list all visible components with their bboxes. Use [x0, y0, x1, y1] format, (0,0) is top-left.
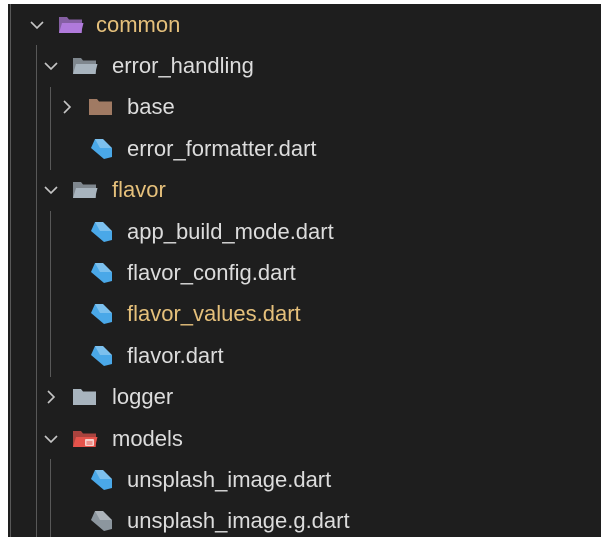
indent-guide	[36, 500, 37, 537]
tree-item-label: app_build_mode.dart	[127, 218, 334, 244]
file-tree: common error_handlingbase error_formatter.…	[8, 4, 601, 537]
indent-guide	[36, 335, 37, 377]
tree-item-label: base	[127, 94, 175, 120]
indent-guide	[36, 417, 37, 460]
tree-item-label: error_handling	[112, 53, 254, 79]
indent-guide	[36, 128, 37, 170]
dart-file-icon	[88, 468, 114, 492]
chevron-down-icon[interactable]	[42, 57, 60, 75]
tree-item-label: flavor.dart	[127, 342, 224, 368]
dart-file-icon	[88, 302, 114, 326]
tree-item[interactable]: unsplash_image.g.dart	[8, 500, 601, 537]
indent-guide	[36, 376, 37, 418]
file-explorer-panel: common error_handlingbase error_formatter.…	[8, 4, 601, 537]
tree-item-label: logger	[112, 384, 174, 410]
indent-guide	[50, 210, 51, 253]
chevron-right-icon[interactable]	[42, 388, 60, 406]
folder-open-icon	[72, 427, 98, 451]
tree-item-label: unsplash_image.g.dart	[127, 508, 350, 534]
indent-guide	[50, 459, 51, 501]
tree-item[interactable]: common	[8, 4, 601, 45]
tree-item[interactable]: flavor_values.dart	[8, 293, 601, 336]
indent-guide	[50, 293, 51, 336]
tree-item[interactable]: flavor_config.dart	[8, 252, 601, 294]
indent-guide	[36, 293, 37, 336]
indent-guide	[36, 86, 37, 129]
folder-open-icon	[72, 178, 98, 202]
tree-item-label: flavor_config.dart	[127, 260, 296, 286]
indent-guide	[36, 169, 37, 211]
tree-item-label: flavor_values.dart	[127, 301, 301, 327]
dart-file-icon	[88, 137, 114, 161]
tree-item[interactable]: flavor	[8, 169, 601, 211]
tree-item[interactable]: logger	[8, 376, 601, 418]
chevron-down-icon[interactable]	[28, 16, 46, 34]
tree-item[interactable]: error_formatter.dart	[8, 128, 601, 170]
indent-guide	[50, 86, 51, 129]
chevron-right-icon[interactable]	[58, 98, 76, 116]
tree-item[interactable]: error_handling	[8, 45, 601, 87]
tree-item-label: unsplash_image.dart	[127, 466, 332, 492]
tree-item-label: error_formatter.dart	[127, 135, 317, 161]
dart-file-icon	[88, 344, 114, 368]
indent-guide	[50, 128, 51, 170]
tree-item-label: common	[96, 11, 181, 37]
indent-guide	[50, 252, 51, 294]
tree-item[interactable]: base	[8, 86, 601, 129]
dart-file-icon	[88, 509, 114, 533]
dart-file-icon	[88, 261, 114, 285]
folder-icon	[72, 385, 98, 409]
chevron-down-icon[interactable]	[42, 181, 60, 199]
indent-guide	[50, 500, 51, 537]
indent-guide	[36, 459, 37, 501]
tree-item-label: flavor	[112, 177, 166, 203]
tree-item[interactable]: unsplash_image.dart	[8, 459, 601, 501]
folder-icon	[88, 95, 114, 119]
indent-guide	[50, 335, 51, 377]
folder-open-icon	[72, 54, 98, 78]
tree-item-label: models	[112, 425, 183, 451]
dart-file-icon	[88, 220, 114, 244]
folder-open-icon	[58, 13, 84, 37]
indent-guide	[36, 252, 37, 294]
indent-guide	[36, 210, 37, 253]
tree-item[interactable]: flavor.dart	[8, 335, 601, 377]
chevron-down-icon[interactable]	[42, 430, 60, 448]
indent-guide	[36, 45, 37, 87]
tree-item[interactable]: app_build_mode.dart	[8, 210, 601, 253]
tree-item[interactable]: models	[8, 417, 601, 460]
